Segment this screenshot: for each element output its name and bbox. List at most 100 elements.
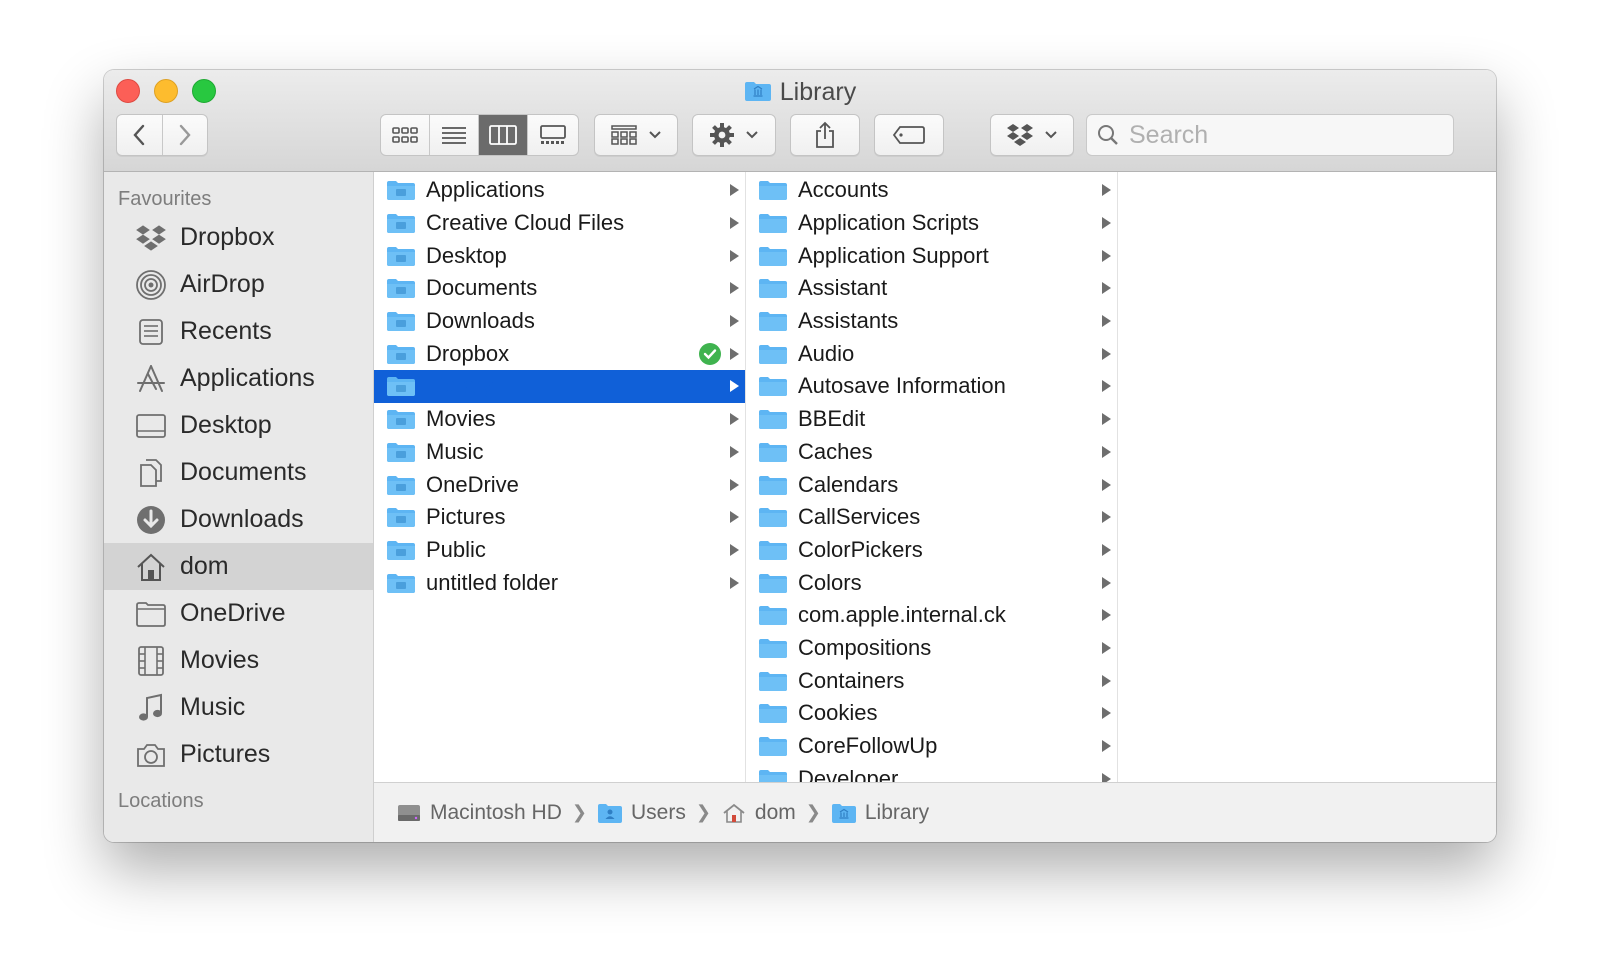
folder-name: Library [426, 373, 494, 399]
folder-name: com.apple.internal.ck [798, 602, 1006, 628]
folder-row[interactable]: Applications [374, 174, 745, 207]
search-icon [1098, 125, 1118, 145]
folder-row[interactable]: BBEdit [746, 403, 1117, 436]
path-crumb-library[interactable]: Library [831, 801, 929, 825]
forward-button[interactable] [163, 115, 208, 155]
home-icon [723, 803, 745, 823]
gallery-view-button[interactable] [528, 115, 577, 155]
folder-row[interactable]: Documents [374, 272, 745, 305]
path-crumb-users[interactable]: Users ❯ [597, 801, 721, 825]
folder-row[interactable]: Pictures [374, 501, 745, 534]
folder-row[interactable]: Accounts [746, 174, 1117, 207]
search-field[interactable] [1086, 114, 1454, 156]
folder-row[interactable]: Cookies [746, 697, 1117, 730]
disclosure-arrow-icon [1102, 772, 1111, 782]
folder-row[interactable]: Compositions [746, 632, 1117, 665]
folder-row[interactable]: ColorPickers [746, 534, 1117, 567]
back-button[interactable] [117, 115, 163, 155]
folder-name: Colors [798, 569, 862, 595]
folder-row[interactable]: Application Scripts [746, 207, 1117, 240]
folder-icon [759, 442, 787, 462]
sidebar-item-music[interactable]: Music [104, 684, 373, 731]
window-title-text: Library [779, 78, 857, 106]
sidebar-item-desktop[interactable]: Desktop [104, 402, 373, 449]
folder-row[interactable]: CoreFollowUp [746, 730, 1117, 763]
folder-icon [759, 410, 787, 430]
sidebar-item-pictures[interactable]: Pictures [104, 731, 373, 778]
sidebar-item-recents[interactable]: Recents [104, 308, 373, 355]
sidebar-item-airdrop[interactable]: AirDrop [104, 261, 373, 308]
folder-name: Autosave Information [798, 373, 1006, 399]
folder-icon [759, 279, 787, 299]
folder-icon [387, 312, 415, 332]
sidebar-item-onedrive[interactable]: OneDrive [104, 590, 373, 637]
path-crumb-macintosh-hd[interactable]: Macintosh HD ❯ [396, 801, 597, 825]
folder-row[interactable]: Colors [746, 566, 1117, 599]
folder-icon [759, 344, 787, 364]
folder-name: CoreFollowUp [798, 733, 938, 759]
gallery-view-icon [539, 125, 566, 144]
folder-row[interactable]: com.apple.internal.ck [746, 599, 1117, 632]
folder-row[interactable]: Creative Cloud Files [374, 207, 745, 240]
folder-icon [387, 279, 415, 299]
sidebar-item-dropbox[interactable]: Dropbox [104, 214, 373, 261]
group-button[interactable] [594, 114, 678, 156]
folder-row[interactable]: Public [374, 534, 745, 567]
favourites-heading: Favourites [118, 188, 212, 210]
chevron-down-icon [1045, 131, 1057, 139]
folder-row[interactable]: Calendars [746, 468, 1117, 501]
home-icon [134, 550, 168, 584]
folder-row[interactable]: Downloads [374, 305, 745, 338]
folder-icon [759, 573, 787, 593]
folder-row[interactable]: Audio [746, 337, 1117, 370]
library-folder-icon [744, 82, 771, 101]
group-icon [611, 125, 637, 145]
folder-row[interactable]: CallServices [746, 501, 1117, 534]
icon-view-button[interactable] [381, 115, 430, 155]
titlebar: Library [104, 70, 1496, 172]
disclosure-arrow-icon [1102, 217, 1111, 230]
folder-row[interactable]: Library [374, 370, 745, 403]
path-crumb-dom[interactable]: dom ❯ [721, 801, 831, 825]
disclosure-arrow-icon [1102, 445, 1111, 458]
folder-row[interactable]: Assistants [746, 305, 1117, 338]
folder-icon [387, 573, 415, 593]
folder-row[interactable]: Music [374, 436, 745, 469]
downloads-icon [134, 503, 168, 537]
tag-button[interactable] [874, 114, 944, 156]
disclosure-arrow-icon [730, 249, 739, 262]
sidebar-item-dom[interactable]: dom [104, 543, 373, 590]
list-view-button[interactable] [430, 115, 479, 155]
folder-row[interactable]: Dropbox [374, 337, 745, 370]
dropbox-toolbar-button[interactable] [990, 114, 1074, 156]
share-button[interactable] [790, 114, 860, 156]
folder-row[interactable]: untitled folder [374, 566, 745, 599]
disclosure-arrow-icon [1102, 249, 1111, 262]
search-input[interactable] [1129, 120, 1429, 150]
folder-row[interactable]: Caches [746, 436, 1117, 469]
sidebar-item-movies[interactable]: Movies [104, 637, 373, 684]
folder-row[interactable]: Autosave Information [746, 370, 1117, 403]
folder-icon [387, 214, 415, 234]
sidebar-item-label: Recents [180, 317, 272, 345]
folder-row[interactable]: Containers [746, 664, 1117, 697]
action-button[interactable] [692, 114, 776, 156]
disclosure-arrow-icon [730, 347, 739, 360]
folder-row[interactable]: Desktop [374, 239, 745, 272]
sidebar-item-label: Applications [180, 364, 315, 392]
sidebar-item-downloads[interactable]: Downloads [104, 496, 373, 543]
folder-row[interactable]: Movies [374, 403, 745, 436]
folder-row[interactable]: Developer [746, 762, 1117, 782]
folder-icon [759, 475, 787, 495]
folder-row[interactable]: Assistant [746, 272, 1117, 305]
sidebar-item-documents[interactable]: Documents [104, 449, 373, 496]
folder-icon [759, 671, 787, 691]
column-view-button[interactable] [479, 115, 528, 155]
folder-row[interactable]: OneDrive [374, 468, 745, 501]
sidebar-item-applications[interactable]: Applications [104, 355, 373, 402]
icon-view-icon [392, 127, 418, 143]
sync-check-icon [699, 342, 721, 365]
folder-icon [759, 606, 787, 626]
folder-row[interactable]: Application Support [746, 239, 1117, 272]
desktop-icon [134, 409, 168, 443]
